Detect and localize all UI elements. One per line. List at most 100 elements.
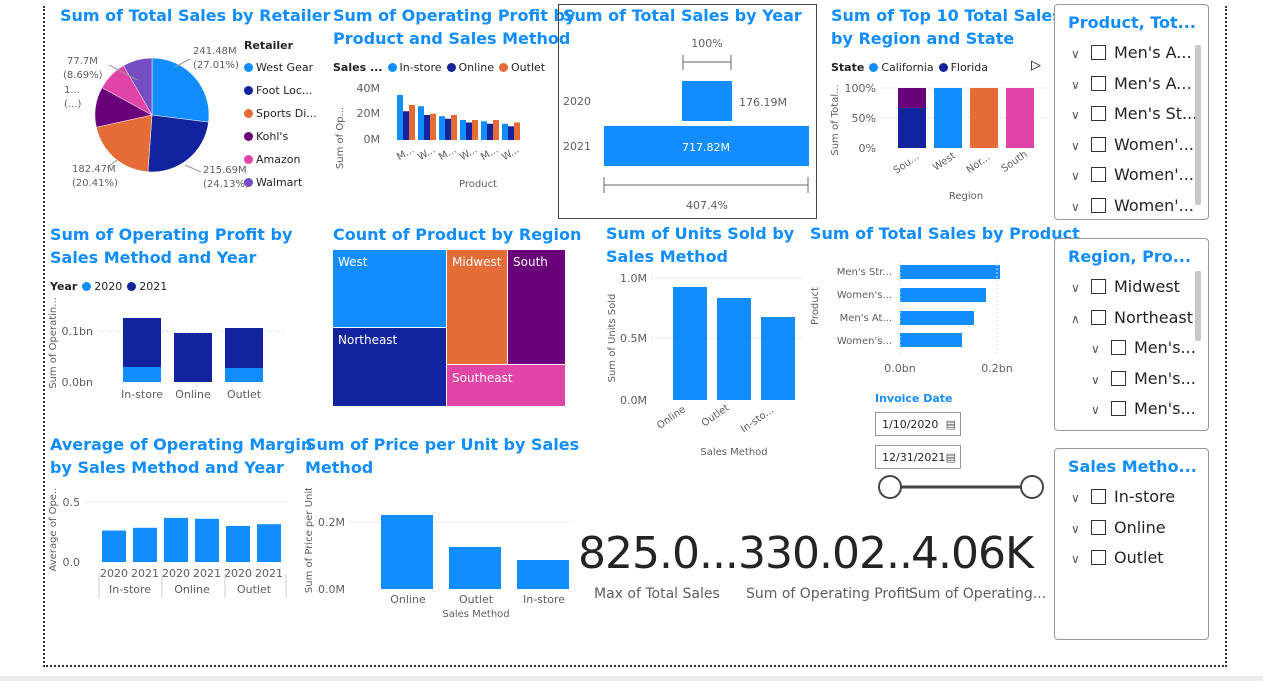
units-chart[interactable]: Sum of Units Sold 1.0M 0.5M 0.0M Online …	[603, 268, 808, 463]
op-method-year-chart[interactable]: Sum of Operatin... 0.1bn 0.0bn In-store …	[46, 298, 286, 408]
checkbox[interactable]	[1111, 370, 1126, 386]
pie-legend-item[interactable]: West Gear	[244, 61, 313, 74]
chevron-down-icon[interactable]: ∨	[1091, 403, 1103, 417]
treemap-chart[interactable]: West Northeast Midwest South Southeast	[333, 250, 565, 406]
chevron-up-icon[interactable]: ∧	[1071, 312, 1083, 326]
pie-legend-item[interactable]: Walmart	[244, 176, 302, 189]
checkbox[interactable]	[1091, 167, 1106, 182]
bar[interactable]	[451, 115, 457, 140]
chevron-down-icon[interactable]: ∨	[1071, 169, 1083, 183]
bar[interactable]	[514, 122, 520, 141]
treemap-cell-midwest[interactable]: Midwest	[447, 250, 508, 365]
slicer-item[interactable]: ∨ Men's A...	[1071, 74, 1192, 98]
chevron-down-icon[interactable]: ∨	[1071, 47, 1083, 61]
chevron-down-icon[interactable]: ∨	[1071, 200, 1083, 214]
checkbox[interactable]	[1091, 279, 1106, 294]
bar[interactable]	[102, 530, 126, 563]
bar[interactable]	[226, 526, 250, 562]
slicer-item[interactable]: ∨ Men's...	[1091, 399, 1196, 423]
end-date-input[interactable]: 12/31/2021 ▤	[875, 445, 961, 469]
checkbox[interactable]	[1091, 197, 1106, 213]
chevron-down-icon[interactable]: ∨	[1091, 373, 1103, 387]
legend-item[interactable]: California	[881, 61, 933, 74]
date-range-slider[interactable]	[876, 474, 1048, 500]
checkbox[interactable]	[1091, 106, 1106, 121]
pie-legend-item[interactable]: Sports Di...	[244, 107, 317, 120]
bar[interactable]	[195, 518, 219, 562]
slicer-product[interactable]: Product, Tot... ∨ Men's A... ∨ Men's A... ∨ M…	[1054, 4, 1209, 220]
treemap-cell-west[interactable]: West	[333, 250, 447, 328]
margin-chart[interactable]: Average of Ope... 0.5 0.0 2020 2021 2020 20…	[46, 488, 291, 603]
bar[interactable]	[403, 111, 409, 140]
slicer-item[interactable]: ∨ Women'...	[1071, 165, 1194, 189]
price-chart[interactable]: Sum of Price per Unit 0.2M 0.0M Online O…	[300, 488, 575, 623]
bar[interactable]	[487, 123, 493, 140]
legend-next-icon[interactable]: ▷	[1031, 58, 1041, 73]
slicer-sales-method[interactable]: Sales Metho... ∨ In-store ∨ Online ∨ Outlet	[1054, 448, 1209, 640]
calendar-icon[interactable]: ▤	[946, 446, 956, 470]
bar[interactable]	[502, 123, 508, 140]
bar[interactable]	[164, 517, 188, 562]
treemap-cell-southeast[interactable]: Southeast	[447, 365, 565, 406]
checkbox[interactable]	[1111, 340, 1126, 355]
legend-item[interactable]: Florida	[951, 61, 988, 74]
scrollbar[interactable]	[1195, 45, 1201, 205]
sales-product-chart[interactable]: Product Men's Str... Women's... Men's At…	[806, 258, 1051, 378]
checkbox[interactable]	[1091, 489, 1106, 504]
chevron-down-icon[interactable]: ∨	[1071, 108, 1083, 122]
bar[interactable]	[445, 118, 451, 140]
bar[interactable]	[460, 120, 466, 140]
pie-slice[interactable]	[147, 114, 209, 173]
bar[interactable]	[466, 122, 472, 141]
slicer-item[interactable]: ∨ In-store	[1071, 487, 1175, 511]
chevron-down-icon[interactable]: ∨	[1091, 342, 1103, 356]
bar[interactable]	[397, 95, 403, 140]
scrollbar[interactable]	[1195, 271, 1201, 341]
legend-item[interactable]: 2021	[139, 280, 167, 293]
slicer-item[interactable]: ∨ Outlet	[1071, 548, 1164, 572]
chevron-down-icon[interactable]: ∨	[1071, 522, 1083, 536]
bar[interactable]	[409, 105, 415, 140]
slicer-item[interactable]: ∨ Online	[1071, 518, 1166, 542]
slicer-item[interactable]: ∨ Men's...	[1091, 338, 1196, 362]
checkbox[interactable]	[1111, 401, 1126, 416]
bar[interactable]	[472, 120, 478, 140]
bar[interactable]	[257, 524, 281, 562]
start-date-input[interactable]: 1/10/2020 ▤	[875, 412, 961, 436]
slicer-item[interactable]: ∨ Midwest	[1071, 277, 1180, 301]
slicer-region[interactable]: Region, Pro... ∨ Midwest ∧ Northeast ∨ Men's.…	[1054, 238, 1209, 431]
bar[interactable]	[430, 113, 436, 140]
legend-item[interactable]: In-store	[400, 61, 442, 74]
slicer-item[interactable]: ∨ Women'...	[1071, 135, 1194, 159]
checkbox[interactable]	[1091, 550, 1106, 565]
bar[interactable]	[508, 126, 514, 140]
checkbox[interactable]	[1091, 136, 1106, 152]
treemap-cell-northeast[interactable]: Northeast	[333, 328, 447, 406]
bar[interactable]	[424, 115, 430, 140]
checkbox[interactable]	[1091, 45, 1106, 60]
op-profit-product-chart[interactable]: Sum of Op... 40M 20M 0M M... W... M... W...…	[333, 78, 558, 193]
bar[interactable]	[439, 116, 445, 140]
chevron-down-icon[interactable]: ∨	[1071, 552, 1083, 566]
top10-chart[interactable]: Sum of Total... 100% 50% 0% Sou... West …	[828, 78, 1050, 206]
legend-item[interactable]: 2020	[94, 280, 122, 293]
chevron-down-icon[interactable]: ∨	[1071, 139, 1083, 153]
bar[interactable]	[493, 120, 499, 140]
pie-legend-item[interactable]: Kohl's	[244, 130, 288, 143]
chevron-down-icon[interactable]: ∨	[1071, 281, 1083, 295]
treemap-cell-south[interactable]: South	[508, 250, 565, 365]
slicer-item[interactable]: ∧ Northeast	[1071, 308, 1193, 332]
slicer-item[interactable]: ∨ Women'...	[1071, 196, 1194, 220]
calendar-icon[interactable]: ▤	[946, 413, 956, 437]
slicer-item[interactable]: ∨ Men's St...	[1071, 104, 1197, 128]
chevron-down-icon[interactable]: ∨	[1071, 491, 1083, 505]
bar[interactable]	[133, 527, 157, 562]
legend-item[interactable]: Online	[459, 61, 494, 74]
chevron-down-icon[interactable]: ∨	[1071, 78, 1083, 92]
slicer-item[interactable]: ∨ Men's...	[1091, 369, 1196, 393]
sales-year-chart[interactable]: 100% 2020 176.19M 2021 717.82M 407.4%	[559, 30, 816, 218]
pie-legend-item[interactable]: Foot Loc...	[244, 84, 312, 97]
checkbox[interactable]	[1091, 309, 1106, 325]
slicer-item[interactable]: ∨ Men's A...	[1071, 43, 1192, 67]
checkbox[interactable]	[1091, 519, 1106, 535]
